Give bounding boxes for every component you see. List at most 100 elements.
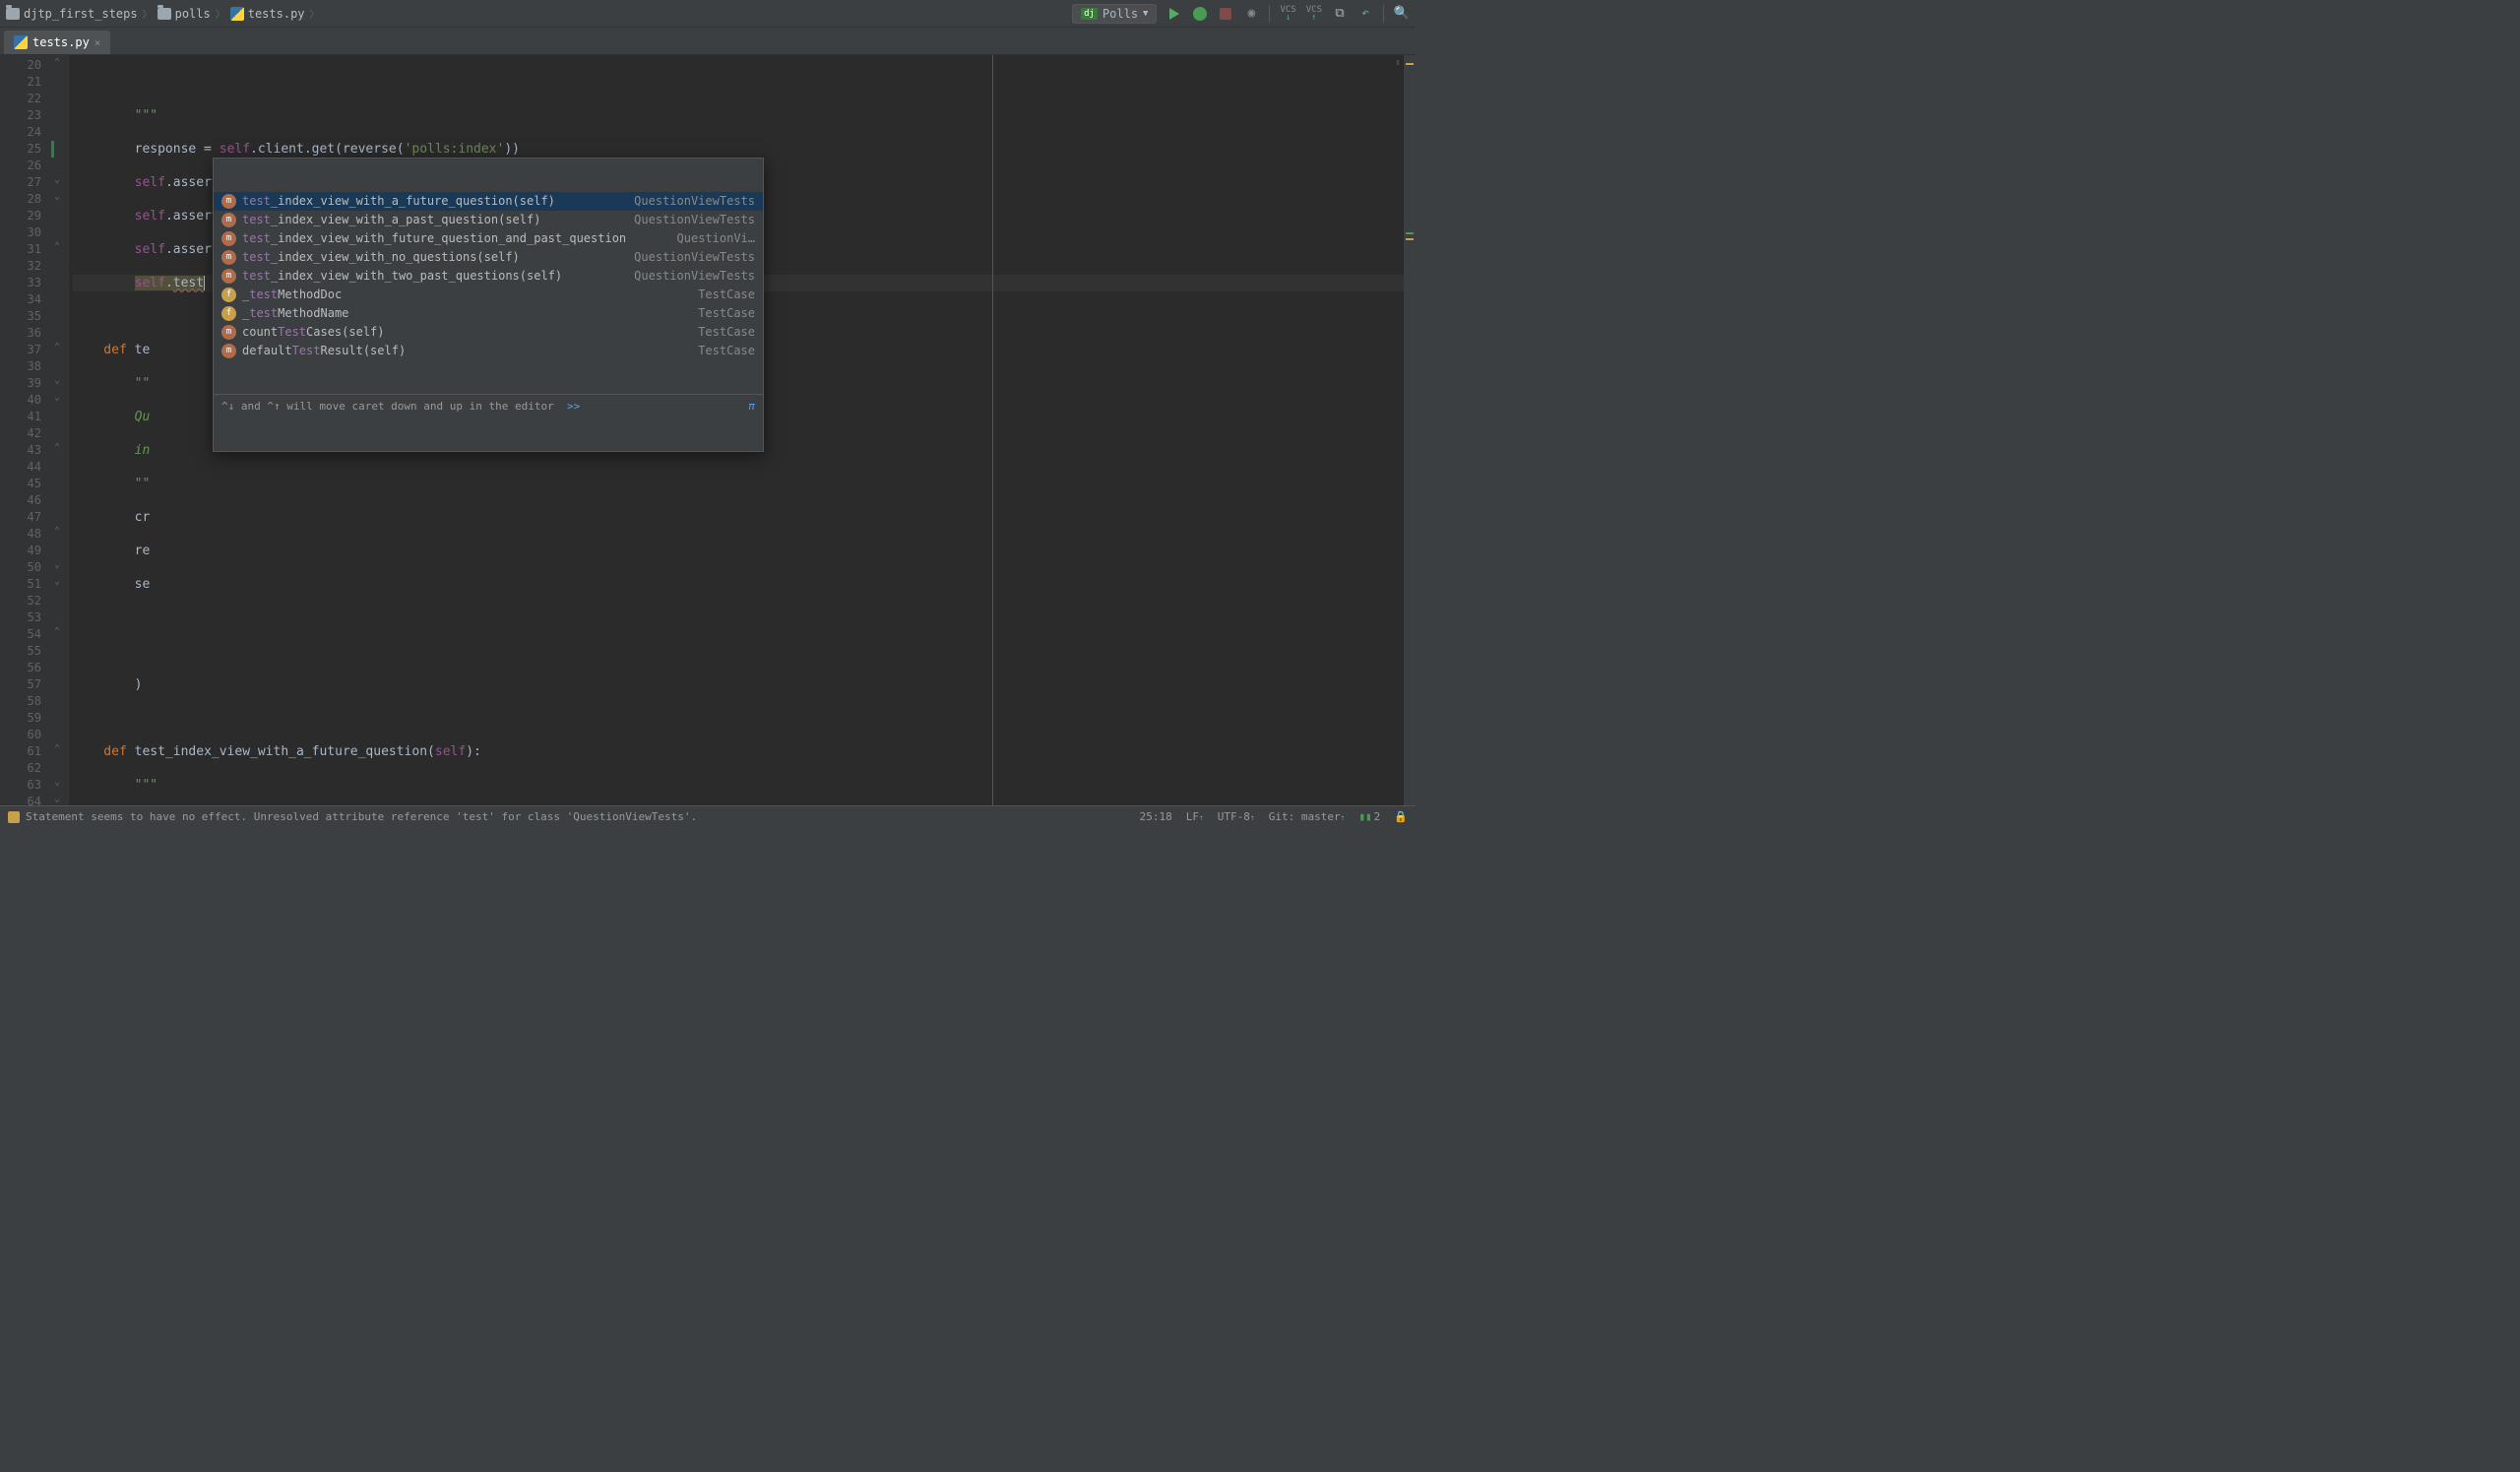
vcs-history-button[interactable]: ⧉ [1332, 6, 1348, 22]
line-number[interactable]: 34 [0, 291, 41, 308]
line-number[interactable]: 60 [0, 727, 41, 743]
lock-icon[interactable]: 🔒 [1394, 810, 1408, 823]
code-editor[interactable]: ⇕ """ response = self.client.get(reverse… [69, 55, 1404, 805]
line-number[interactable]: 39 [0, 375, 41, 392]
line-number[interactable]: 53 [0, 609, 41, 626]
status-line-separator[interactable]: LF⇡ [1186, 810, 1204, 823]
line-number[interactable]: 63 [0, 777, 41, 794]
code-completion-popup[interactable]: mtest_index_view_with_a_future_question(… [213, 158, 764, 452]
breadcrumb-folder-label: polls [175, 7, 211, 21]
line-number[interactable]: 21 [0, 74, 41, 91]
line-number[interactable]: 52 [0, 593, 41, 609]
line-number[interactable]: 33 [0, 275, 41, 291]
line-number[interactable]: 47 [0, 509, 41, 526]
completion-item[interactable]: f_testMethodNameTestCase [214, 304, 763, 323]
tab-tests-py[interactable]: tests.py × [4, 31, 110, 54]
line-number[interactable]: 35 [0, 308, 41, 325]
line-number[interactable]: 42 [0, 425, 41, 442]
line-number[interactable]: 27 [0, 174, 41, 191]
completion-item[interactable]: mtest_index_view_with_future_question_an… [214, 229, 763, 248]
line-number[interactable]: 48 [0, 526, 41, 543]
status-notifications[interactable]: ▮▮2 [1358, 810, 1380, 823]
completion-item[interactable]: mdefaultTestResult(self)TestCase [214, 342, 763, 360]
completion-item[interactable]: mcountTestCases(self)TestCase [214, 323, 763, 342]
line-number[interactable]: 38 [0, 358, 41, 375]
fold-toggle[interactable]: ⌃ [54, 342, 60, 352]
line-number[interactable]: 57 [0, 676, 41, 693]
fold-toggle[interactable]: ⌄ [54, 794, 60, 804]
status-git-branch[interactable]: Git: master⇡ [1269, 810, 1346, 823]
line-number[interactable]: 26 [0, 158, 41, 174]
vcs-update-button[interactable]: VCS↓ [1280, 6, 1295, 22]
breadcrumb-file[interactable]: tests.py [230, 7, 305, 21]
fold-gutter[interactable]: ⌃ ⌄ ⌄ ⌃ ⌃ ⌄ ⌄ ⌃ ⌃ ⌄ ⌄ ⌃ ⌃ ⌄ ⌄ [51, 55, 69, 805]
line-number[interactable]: 56 [0, 660, 41, 676]
line-number[interactable]: 59 [0, 710, 41, 727]
vcs-commit-button[interactable]: VCS↑ [1306, 6, 1322, 22]
run-button[interactable] [1166, 6, 1182, 22]
fold-toggle[interactable]: ⌃ [54, 743, 60, 754]
line-number[interactable]: 25 [0, 141, 41, 158]
line-number[interactable]: 30 [0, 224, 41, 241]
line-number[interactable]: 61 [0, 743, 41, 760]
line-number[interactable]: 45 [0, 476, 41, 492]
error-stripe[interactable] [1404, 55, 1416, 805]
fold-toggle[interactable]: ⌄ [54, 559, 60, 570]
line-number[interactable]: 31 [0, 241, 41, 258]
fold-toggle[interactable]: ⌃ [54, 442, 60, 453]
line-number[interactable]: 54 [0, 626, 41, 643]
line-number[interactable]: 40 [0, 392, 41, 409]
line-number[interactable]: 51 [0, 576, 41, 593]
profiler-button[interactable]: ◉ [1243, 6, 1259, 22]
line-number[interactable]: 50 [0, 559, 41, 576]
line-number[interactable]: 58 [0, 693, 41, 710]
run-with-coverage-button[interactable] [1218, 6, 1233, 22]
completion-item[interactable]: f_testMethodDocTestCase [214, 286, 763, 304]
status-encoding[interactable]: UTF-8⇡ [1218, 810, 1255, 823]
line-number[interactable]: 62 [0, 760, 41, 777]
run-configuration-selector[interactable]: dj Polls ▼ [1072, 4, 1157, 24]
fold-toggle[interactable]: ⌄ [54, 375, 60, 386]
line-number[interactable]: 49 [0, 543, 41, 559]
line-number[interactable]: 55 [0, 643, 41, 660]
breadcrumb-root[interactable]: djtp_first_steps [6, 7, 138, 21]
line-number[interactable]: 37 [0, 342, 41, 358]
completion-hint-link[interactable]: >> [567, 400, 580, 413]
search-everywhere-button[interactable]: 🔍 [1394, 6, 1410, 22]
fold-toggle[interactable]: ⌄ [54, 392, 60, 403]
breadcrumb-folder[interactable]: polls [158, 7, 211, 21]
fold-toggle[interactable]: ⌄ [54, 576, 60, 587]
line-number[interactable]: 23 [0, 107, 41, 124]
completion-item[interactable]: mtest_index_view_with_a_future_question(… [214, 192, 763, 211]
line-number[interactable]: 43 [0, 442, 41, 459]
line-number[interactable]: 22 [0, 91, 41, 107]
completion-item[interactable]: mtest_index_view_with_no_questions(self)… [214, 248, 763, 267]
line-number[interactable]: 29 [0, 208, 41, 224]
fold-toggle[interactable]: ⌃ [54, 57, 60, 68]
debug-button[interactable] [1192, 6, 1208, 22]
line-number[interactable]: 32 [0, 258, 41, 275]
fold-toggle[interactable]: ⌃ [54, 526, 60, 537]
close-icon[interactable]: × [94, 36, 101, 49]
status-caret-position[interactable]: 25:18 [1140, 810, 1172, 823]
warning-icon[interactable] [8, 811, 20, 823]
line-number[interactable]: 44 [0, 459, 41, 476]
line-number[interactable]: 36 [0, 325, 41, 342]
pi-icon[interactable]: π [748, 398, 755, 415]
completion-item[interactable]: mtest_index_view_with_a_past_question(se… [214, 211, 763, 229]
completion-item-label: _testMethodDoc [242, 287, 342, 303]
fold-toggle[interactable]: ⌄ [54, 777, 60, 788]
fold-toggle[interactable]: ⌃ [54, 241, 60, 252]
completion-item[interactable]: mtest_index_view_with_two_past_questions… [214, 267, 763, 286]
line-number-gutter[interactable]: 2021222324252627282930313233343536373839… [0, 55, 51, 805]
line-number[interactable]: 24 [0, 124, 41, 141]
fold-toggle[interactable]: ⌄ [54, 191, 60, 202]
line-number[interactable]: 20 [0, 57, 41, 74]
revert-button[interactable]: ↶ [1357, 6, 1373, 22]
line-number[interactable]: 28 [0, 191, 41, 208]
line-number[interactable]: 41 [0, 409, 41, 425]
line-number[interactable]: 46 [0, 492, 41, 509]
fold-toggle[interactable]: ⌄ [54, 174, 60, 185]
fold-toggle[interactable]: ⌃ [54, 626, 60, 637]
line-number[interactable]: 64 [0, 794, 41, 810]
